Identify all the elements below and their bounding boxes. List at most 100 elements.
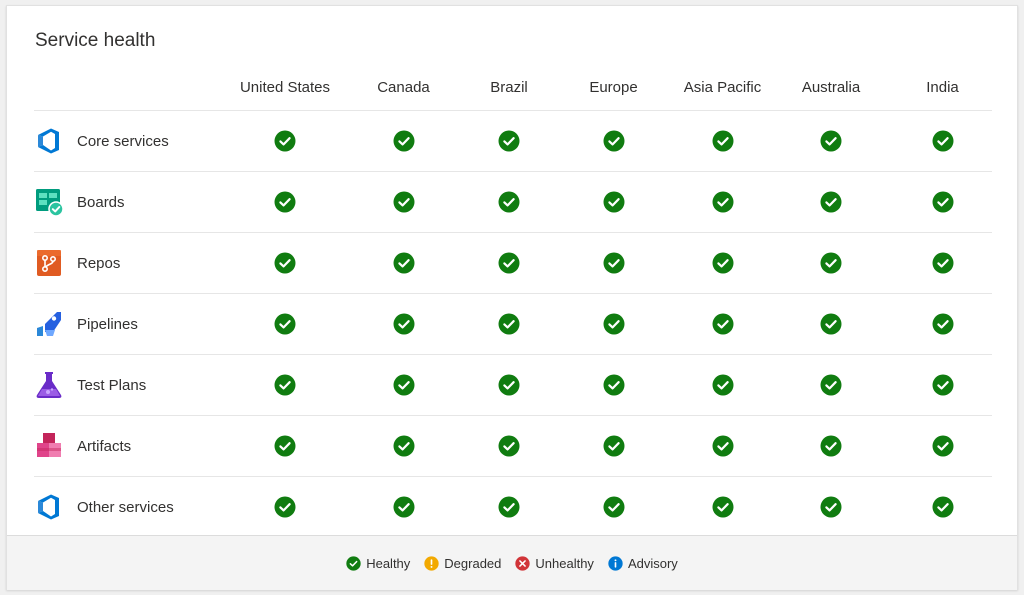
healthy-status-icon[interactable] <box>932 252 954 274</box>
status-cell <box>893 110 992 172</box>
page-title: Service health <box>35 30 156 51</box>
healthy-status-icon[interactable] <box>393 496 415 518</box>
status-cell <box>467 415 551 477</box>
region-header: Asia Pacific <box>676 64 769 111</box>
healthy-status-icon[interactable] <box>274 496 296 518</box>
service-row: Repos <box>34 232 992 294</box>
healthy-status-icon[interactable] <box>603 191 625 213</box>
status-cell <box>340 171 467 233</box>
healthy-status-icon[interactable] <box>712 313 734 335</box>
region-header: United States <box>230 64 340 111</box>
status-cell <box>467 232 551 294</box>
advisory-icon <box>608 555 623 571</box>
status-cell <box>551 171 676 233</box>
service-name-cell: Boards <box>34 171 230 233</box>
status-cell <box>551 415 676 477</box>
service-link[interactable]: Core services <box>34 126 230 156</box>
service-health-card: Service health United States Canada Braz… <box>6 5 1018 590</box>
status-cell <box>893 477 992 538</box>
service-row: Artifacts <box>34 415 992 477</box>
healthy-status-icon[interactable] <box>820 191 842 213</box>
healthy-status-icon[interactable] <box>712 191 734 213</box>
service-link[interactable]: Repos <box>34 248 230 278</box>
status-cell <box>893 415 992 477</box>
status-cell <box>769 477 893 538</box>
service-link[interactable]: Boards <box>34 187 230 217</box>
healthy-status-icon[interactable] <box>393 313 415 335</box>
healthy-status-icon[interactable] <box>712 496 734 518</box>
status-cell <box>769 171 893 233</box>
healthy-status-icon[interactable] <box>820 313 842 335</box>
healthy-status-icon[interactable] <box>820 252 842 274</box>
healthy-status-icon[interactable] <box>603 130 625 152</box>
status-cell <box>230 415 340 477</box>
test-plans-icon <box>34 370 64 400</box>
healthy-status-icon[interactable] <box>820 496 842 518</box>
healthy-status-icon[interactable] <box>498 374 520 396</box>
healthy-status-icon[interactable] <box>712 130 734 152</box>
healthy-status-icon[interactable] <box>820 374 842 396</box>
service-row: Pipelines <box>34 293 992 355</box>
healthy-status-icon[interactable] <box>820 435 842 457</box>
status-cell <box>230 171 340 233</box>
status-cell <box>769 415 893 477</box>
status-cell <box>340 415 467 477</box>
healthy-status-icon[interactable] <box>712 374 734 396</box>
healthy-status-icon[interactable] <box>498 252 520 274</box>
service-label: Pipelines <box>77 315 138 333</box>
healthy-status-icon[interactable] <box>603 374 625 396</box>
healthy-status-icon[interactable] <box>603 313 625 335</box>
healthy-status-icon[interactable] <box>274 313 296 335</box>
healthy-status-icon[interactable] <box>932 435 954 457</box>
healthy-status-icon[interactable] <box>393 191 415 213</box>
service-link[interactable]: Artifacts <box>34 431 230 461</box>
healthy-status-icon[interactable] <box>393 435 415 457</box>
status-cell <box>230 110 340 172</box>
healthy-status-icon[interactable] <box>274 435 296 457</box>
healthy-status-icon[interactable] <box>932 374 954 396</box>
status-cell <box>769 232 893 294</box>
healthy-status-icon[interactable] <box>274 191 296 213</box>
healthy-status-icon[interactable] <box>393 130 415 152</box>
status-cell <box>551 232 676 294</box>
healthy-status-icon[interactable] <box>932 130 954 152</box>
status-cell <box>340 293 467 355</box>
status-cell <box>467 293 551 355</box>
status-cell <box>340 110 467 172</box>
healthy-status-icon[interactable] <box>932 313 954 335</box>
status-cell <box>230 232 340 294</box>
service-label: Repos <box>77 254 121 272</box>
legend-label: Advisory <box>627 555 678 571</box>
healthy-status-icon[interactable] <box>498 496 520 518</box>
healthy-status-icon[interactable] <box>820 130 842 152</box>
service-link[interactable]: Other services <box>34 492 230 522</box>
healthy-status-icon[interactable] <box>603 252 625 274</box>
region-header: Australia <box>769 64 893 111</box>
healthy-status-icon[interactable] <box>498 313 520 335</box>
healthy-status-icon[interactable] <box>712 252 734 274</box>
healthy-status-icon[interactable] <box>603 496 625 518</box>
status-cell <box>551 293 676 355</box>
healthy-status-icon[interactable] <box>603 435 625 457</box>
healthy-status-icon[interactable] <box>393 374 415 396</box>
service-link[interactable]: Test Plans <box>34 370 230 400</box>
healthy-status-icon[interactable] <box>274 374 296 396</box>
service-name-cell: Other services <box>34 477 230 538</box>
healthy-status-icon[interactable] <box>498 130 520 152</box>
status-cell <box>676 293 769 355</box>
healthy-status-icon[interactable] <box>932 496 954 518</box>
service-row: Other services <box>34 477 992 538</box>
status-cell <box>676 415 769 477</box>
healthy-status-icon[interactable] <box>498 191 520 213</box>
service-name-cell: Pipelines <box>34 293 230 355</box>
service-link[interactable]: Pipelines <box>34 309 230 339</box>
healthy-status-icon[interactable] <box>498 435 520 457</box>
healthy-status-icon[interactable] <box>274 130 296 152</box>
region-header: Europe <box>551 64 676 111</box>
healthy-status-icon[interactable] <box>932 191 954 213</box>
healthy-status-icon[interactable] <box>393 252 415 274</box>
healthy-status-icon[interactable] <box>712 435 734 457</box>
healthy-status-icon[interactable] <box>274 252 296 274</box>
legend-item-unhealthy: Unhealthy <box>515 556 594 571</box>
status-legend: Healthy Degraded Unhealthy Advisory <box>7 535 1017 590</box>
